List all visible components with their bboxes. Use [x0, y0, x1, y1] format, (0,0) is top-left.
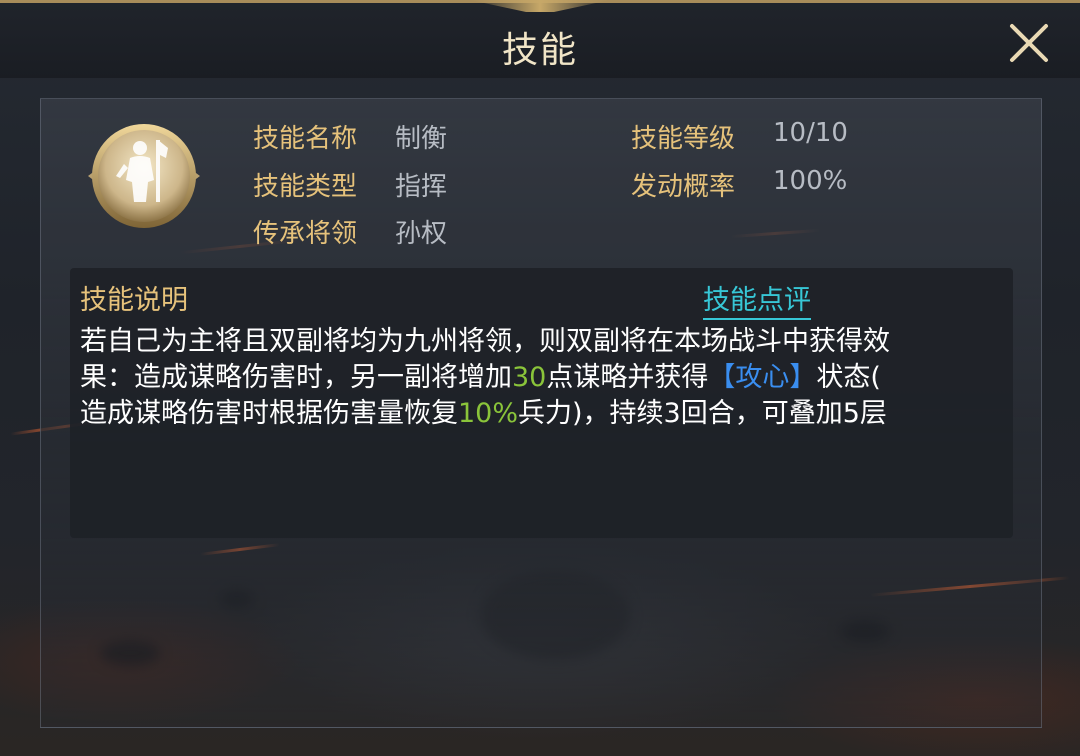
dialog-title: 技能 [501, 30, 578, 71]
title-bar: 技能 [0, 0, 1080, 78]
inherit-general-value: 孙权 [395, 219, 448, 249]
trigger-rate-value: 100% [773, 166, 848, 196]
description-segment: 兵力)，持续3回合，可叠加5层 [518, 398, 887, 429]
skill-name-label: 技能名称 [253, 124, 358, 154]
skill-emblem-icon [86, 118, 202, 234]
trigger-rate-label: 发动概率 [631, 172, 736, 202]
skill-review-link[interactable]: 技能点评 [703, 278, 811, 320]
bonus-value-highlight: 30 [512, 362, 547, 393]
description-segment: 果：造成谋略伤害时，另一副将增加 [80, 362, 512, 393]
skill-level-value: 10/10 [773, 118, 848, 148]
skill-type-value: 指挥 [395, 172, 448, 202]
status-effect-link[interactable]: 【攻心】 [708, 362, 816, 393]
description-title: 技能说明 [80, 285, 188, 316]
title-ornament [470, 0, 610, 12]
heal-percent-highlight: 10% [458, 398, 519, 429]
description-text: 若自己为主将且双副将均为九州将领，则双副将在本场战斗中获得效 果：造成谋略伤害时… [80, 324, 1000, 432]
description-line: 果：造成谋略伤害时，另一副将增加30点谋略并获得【攻心】状态( [80, 360, 1000, 396]
skill-level-label: 技能等级 [631, 124, 736, 154]
description-line: 造成谋略伤害时根据伤害量恢复10%兵力)，持续3回合，可叠加5层 [80, 396, 1000, 432]
description-segment: 点谋略并获得 [546, 362, 709, 393]
close-icon [1010, 24, 1048, 62]
inherit-general-label: 传承将领 [253, 219, 358, 249]
description-segment: 状态( [816, 362, 881, 393]
close-button[interactable] [1006, 20, 1052, 66]
skill-type-label: 技能类型 [253, 172, 358, 202]
skill-name-value: 制衡 [395, 124, 448, 154]
description-line: 若自己为主将且双副将均为九州将领，则双副将在本场战斗中获得效 [80, 326, 890, 357]
description-segment: 造成谋略伤害时根据伤害量恢复 [80, 398, 458, 429]
